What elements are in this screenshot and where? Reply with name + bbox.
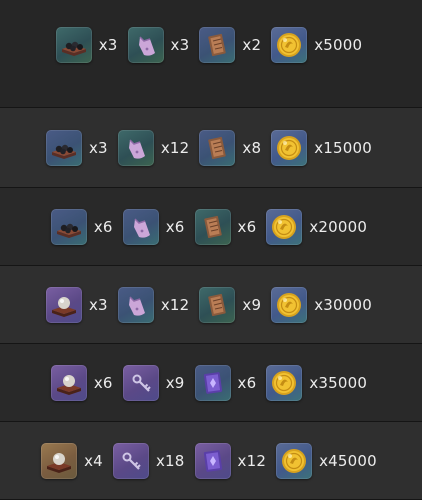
gold-coin-icon (276, 442, 313, 479)
item-quantity: x4 (84, 451, 103, 470)
scroll-icon (199, 129, 236, 166)
item-quantity: x6 (237, 373, 257, 392)
reward-items: x3 x12 x9 x30000 (45, 286, 376, 323)
item-quantity: x15000 (314, 138, 373, 157)
reward-item[interactable]: x8 (199, 129, 262, 166)
reward-items: x6 x6 x6 x20000 (50, 208, 371, 245)
item-quantity: x6 (93, 373, 113, 392)
pearl-stand-icon (45, 286, 82, 323)
scroll-icon (199, 26, 236, 63)
reward-item[interactable]: x5000 (271, 26, 363, 63)
item-quantity: x2 (242, 35, 262, 54)
item-quantity: x9 (165, 373, 185, 392)
item-quantity: x30000 (314, 295, 373, 314)
item-quantity: x12 (160, 295, 190, 314)
reward-item[interactable]: x3 (127, 26, 190, 63)
reward-item[interactable]: x20000 (266, 208, 368, 245)
stone-tray-icon (45, 129, 82, 166)
item-quantity: x12 (237, 451, 267, 470)
reward-item[interactable]: x6 (122, 208, 185, 245)
gold-coin-icon (271, 286, 308, 323)
item-quantity: x6 (93, 217, 113, 236)
reward-item[interactable]: x6 (194, 208, 257, 245)
item-quantity: x8 (242, 138, 262, 157)
reward-item[interactable]: x12 (117, 286, 190, 323)
reward-tiers-table: x3 x3 x2 x5000 x3 x12 x8 x15000 x6 x6 x6 x20000 x3 x1… (0, 0, 422, 500)
reward-item[interactable]: x6 (50, 364, 113, 401)
reward-item[interactable]: x15000 (271, 129, 373, 166)
reward-tier-row: x4 x18 x12 x45000 (0, 422, 422, 500)
reward-item[interactable]: x3 (45, 286, 108, 323)
reward-item[interactable]: x45000 (276, 442, 377, 479)
reward-item[interactable]: x4 (41, 442, 103, 479)
reward-tier-row: x6 x6 x6 x20000 (0, 188, 422, 266)
reward-item[interactable]: x6 (194, 364, 257, 401)
reward-item[interactable]: x30000 (271, 286, 373, 323)
reward-item[interactable]: x9 (199, 286, 262, 323)
item-quantity: x20000 (309, 217, 368, 236)
reward-items: x3 x3 x2 x5000 (55, 26, 367, 63)
pouch-icon (122, 208, 159, 245)
item-quantity: x35000 (309, 373, 368, 392)
reward-item[interactable]: x3 (55, 26, 118, 63)
item-quantity: x18 (155, 451, 185, 470)
spellbook-icon (194, 364, 231, 401)
spellbook-icon (194, 442, 231, 479)
reward-item[interactable]: x35000 (266, 364, 368, 401)
pearl-stand-icon (41, 442, 78, 479)
item-quantity: x3 (88, 138, 108, 157)
reward-tier-row: x6 x9 x6 x35000 (0, 344, 422, 422)
item-quantity: x3 (88, 295, 108, 314)
pouch-icon (117, 286, 154, 323)
reward-tier-row: x3 x12 x9 x30000 (0, 266, 422, 344)
reward-item[interactable]: x18 (112, 442, 185, 479)
reward-items: x4 x18 x12 x45000 (41, 442, 381, 479)
pearl-stand-icon (50, 364, 87, 401)
item-quantity: x6 (237, 217, 257, 236)
item-quantity: x12 (160, 138, 190, 157)
gold-coin-icon (271, 26, 308, 63)
item-quantity: x6 (165, 217, 185, 236)
key-charm-icon (112, 442, 149, 479)
item-quantity: x45000 (319, 451, 377, 470)
scroll-icon (199, 286, 236, 323)
item-quantity: x3 (98, 35, 118, 54)
reward-item[interactable]: x12 (117, 129, 190, 166)
item-quantity: x9 (242, 295, 262, 314)
reward-item[interactable]: x9 (122, 364, 185, 401)
reward-items: x6 x9 x6 x35000 (50, 364, 371, 401)
item-quantity: x3 (170, 35, 190, 54)
pouch-icon (127, 26, 164, 63)
item-quantity: x5000 (314, 35, 363, 54)
reward-tier-row: x3 x12 x8 x15000 (0, 108, 422, 188)
stone-tray-icon (55, 26, 92, 63)
pouch-icon (117, 129, 154, 166)
reward-item[interactable]: x6 (50, 208, 113, 245)
gold-coin-icon (266, 208, 303, 245)
stone-tray-icon (50, 208, 87, 245)
reward-items: x3 x12 x8 x15000 (45, 129, 376, 166)
gold-coin-icon (266, 364, 303, 401)
reward-item[interactable]: x2 (199, 26, 262, 63)
key-charm-icon (122, 364, 159, 401)
reward-item[interactable]: x12 (194, 442, 267, 479)
gold-coin-icon (271, 129, 308, 166)
reward-tier-row: x3 x3 x2 x5000 (0, 0, 422, 108)
scroll-icon (194, 208, 231, 245)
reward-item[interactable]: x3 (45, 129, 108, 166)
